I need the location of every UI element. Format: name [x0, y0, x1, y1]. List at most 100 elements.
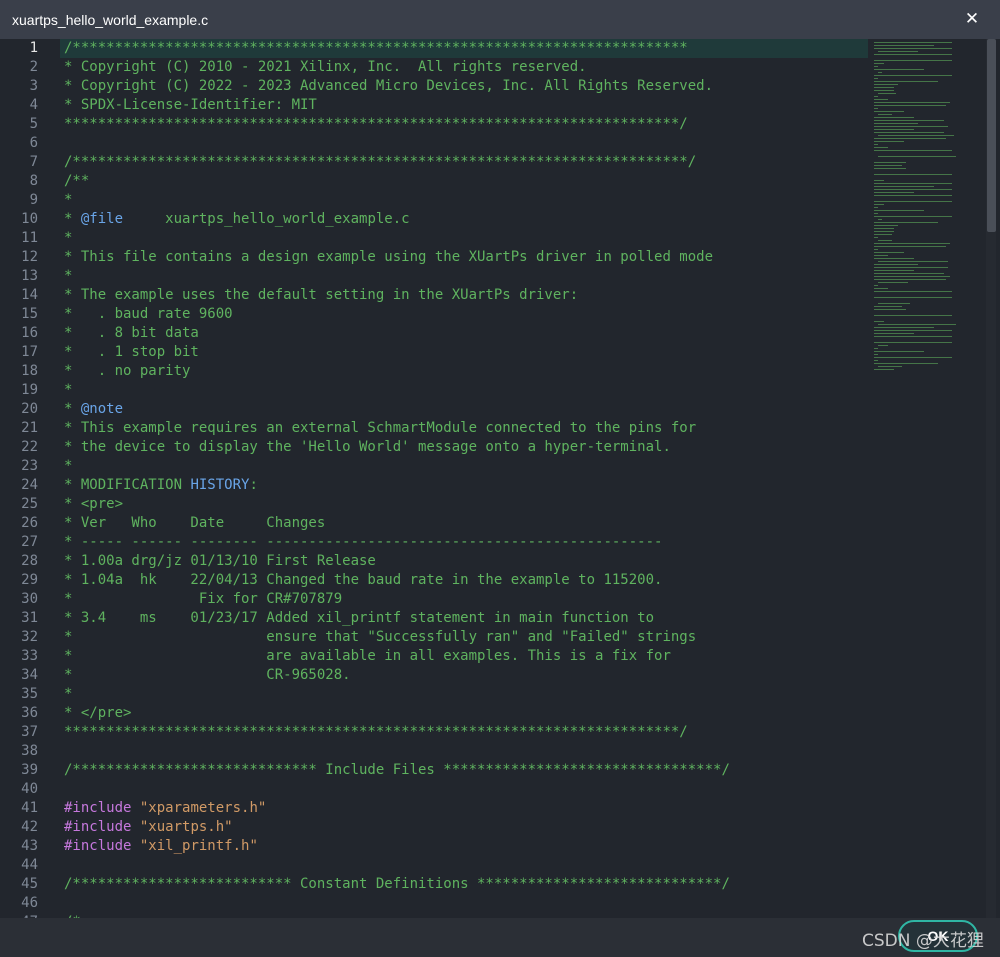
- line-number: 29: [21, 572, 38, 588]
- code-line: /***************************** Include F…: [64, 761, 730, 780]
- minimap-line: [874, 234, 892, 235]
- code-token: "xparameters.h": [131, 800, 267, 816]
- minimap-line: [874, 120, 944, 121]
- line-number: 39: [21, 762, 38, 778]
- line-number: 24: [21, 477, 38, 493]
- code-line: * . baud rate 9600: [64, 305, 233, 324]
- code-token: * MODIFICATION: [64, 477, 191, 493]
- code-token: * This file contains a design example us…: [64, 249, 714, 265]
- line-number: 13: [21, 268, 38, 284]
- code-token: ****************************************…: [64, 724, 688, 740]
- code-line: * @file xuartps_hello_world_example.c: [64, 210, 410, 229]
- line-number: 23: [21, 458, 38, 474]
- code-token: * This example requires an external Schm…: [64, 420, 697, 436]
- code-viewer-dialog: xuartps_hello_world_example.c ✕ 12345678…: [0, 0, 1000, 957]
- minimap-line: [874, 111, 904, 112]
- minimap-line: [874, 132, 944, 133]
- minimap-line: [874, 147, 888, 148]
- code-line: * This file contains a design example us…: [64, 248, 713, 267]
- minimap-line: [874, 186, 934, 187]
- code-line: *: [64, 685, 72, 704]
- line-number: 17: [21, 344, 38, 360]
- minimap-line: [874, 69, 924, 70]
- minimap-line: [878, 219, 882, 220]
- minimap-line: [874, 336, 952, 337]
- dialog-footer: [0, 918, 1000, 957]
- line-number: 40: [21, 781, 38, 797]
- code-token: #include: [64, 819, 132, 835]
- scrollbar-thumb[interactable]: [987, 39, 996, 232]
- minimap-line: [874, 60, 952, 61]
- minimap-line: [878, 93, 896, 94]
- minimap-line: [874, 342, 952, 343]
- code-line: * Copyright (C) 2010 - 2021 Xilinx, Inc.…: [64, 58, 587, 77]
- code-token: * Fix for CR#707879: [64, 591, 343, 607]
- code-token: * Ver Who Date Changes: [64, 515, 326, 531]
- code-token: /***************************************…: [64, 40, 688, 56]
- minimap-line: [874, 279, 946, 280]
- line-number: 34: [21, 667, 38, 683]
- line-number: 14: [21, 287, 38, 303]
- line-number: 5: [29, 116, 38, 132]
- code-editor[interactable]: 1 2 3 4 5 6 7 8 9 10 11 12 13 14 15 16 17 18 19 20 21 22 23 24 2…: [0, 39, 1000, 918]
- minimap-line: [874, 63, 884, 64]
- code-line: *: [64, 191, 72, 210]
- line-number: 25: [21, 496, 38, 512]
- code-line: * The example uses the default setting i…: [64, 286, 578, 305]
- minimap-line: [874, 369, 894, 370]
- code-line: #include "xparameters.h": [64, 799, 266, 818]
- line-number: 9: [29, 192, 38, 208]
- minimap-line: [874, 354, 878, 355]
- minimap-line: [874, 288, 888, 289]
- minimap-line: [874, 192, 914, 193]
- minimap[interactable]: [872, 39, 956, 379]
- minimap-line: [878, 135, 954, 136]
- code-token: * 1.04a hk 22/04/13 Changed the baud rat…: [64, 572, 663, 588]
- code-line: * are available in all examples. This is…: [64, 647, 671, 666]
- minimap-line: [874, 222, 938, 223]
- minimap-line: [874, 150, 952, 151]
- code-line: * @note: [64, 400, 123, 419]
- code-line: * This example requires an external Schm…: [64, 419, 696, 438]
- watermark: CSDN @大花狸: [862, 931, 984, 951]
- code-line: ****************************************…: [64, 723, 688, 742]
- minimap-line: [874, 96, 878, 97]
- code-token: * 3.4 ms 01/23/17 Added xil_printf state…: [64, 610, 655, 626]
- minimap-line: [874, 327, 934, 328]
- minimap-line: [874, 105, 946, 106]
- minimap-line: [874, 189, 952, 190]
- code-line: * Fix for CR#707879: [64, 590, 342, 609]
- line-number: 11: [21, 230, 38, 246]
- code-line: /************************** Constant Def…: [64, 875, 730, 894]
- code-token: * ensure that "Successfully ran" and "Fa…: [64, 629, 697, 645]
- minimap-line: [874, 126, 948, 127]
- minimap-line: [874, 84, 898, 85]
- code-token: * The example uses the default setting i…: [64, 287, 579, 303]
- code-token: :: [249, 477, 258, 493]
- line-number: 4: [29, 97, 38, 113]
- line-number: 6: [29, 135, 38, 151]
- code-line: *: [64, 229, 72, 248]
- code-line: * SPDX-License-Identifier: MIT: [64, 96, 317, 115]
- minimap-line: [874, 285, 878, 286]
- title-bar: xuartps_hello_world_example.c ✕: [0, 0, 1000, 39]
- code-token: * <pre>: [64, 496, 124, 512]
- code-line: * . 1 stop bit: [64, 343, 199, 362]
- code-token: * 1.00a drg/jz 01/13/10 First Release: [64, 553, 376, 569]
- line-number-gutter: 1 2 3 4 5 6 7 8 9 10 11 12 13 14 15 16 17 18 19 20 21 22 23 24 2…: [0, 39, 54, 918]
- code-area[interactable]: /***************************************…: [64, 39, 870, 918]
- close-icon[interactable]: ✕: [962, 9, 982, 29]
- line-number: 30: [21, 591, 38, 607]
- line-number: 31: [21, 610, 38, 626]
- minimap-line: [874, 54, 952, 55]
- minimap-line: [878, 240, 892, 241]
- line-number: 21: [21, 420, 38, 436]
- line-number: 20: [21, 401, 38, 417]
- minimap-line: [874, 264, 918, 265]
- code-token: xuartps_hello_world_example.c: [123, 211, 410, 227]
- minimap-line: [874, 165, 902, 166]
- minimap-line: [874, 81, 938, 82]
- minimap-line: [874, 330, 952, 331]
- minimap-line: [874, 195, 952, 196]
- code-line: * </pre>: [64, 704, 131, 723]
